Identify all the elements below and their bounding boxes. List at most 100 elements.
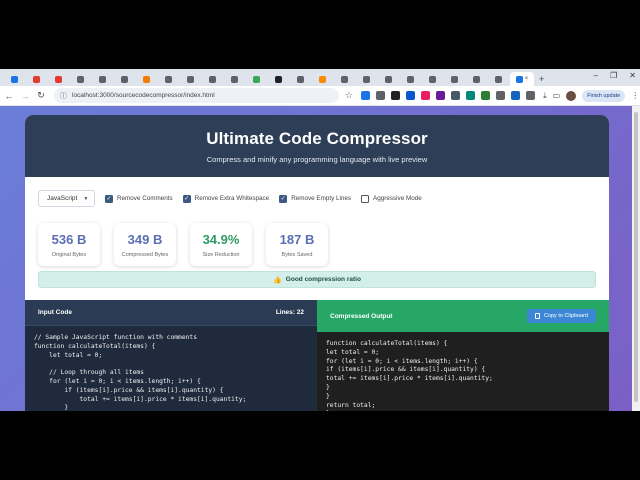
output-pane-header: Compressed Output Copy to Clipboard — [317, 300, 609, 332]
checkbox-checked-icon[interactable]: ✓ — [182, 194, 191, 203]
browser-tab[interactable] — [422, 72, 443, 86]
tab-favicon-icon — [297, 75, 304, 83]
close-window-button[interactable]: ✕ — [629, 71, 636, 80]
app-card: Ultimate Code Compressor Compress and mi… — [25, 115, 609, 411]
browser-tab[interactable] — [92, 72, 113, 86]
new-tab-button[interactable]: + — [539, 72, 544, 86]
extension-icon[interactable] — [526, 91, 536, 100]
browser-tab[interactable] — [488, 72, 509, 86]
language-select[interactable]: JavaScript ▼ — [38, 190, 95, 207]
option-checkbox[interactable]: Aggressive Mode — [361, 194, 422, 203]
back-arrow-icon[interactable]: ← — [2, 91, 16, 101]
extension-icon[interactable] — [496, 91, 506, 100]
browser-tab[interactable] — [334, 72, 355, 86]
extension-icon[interactable] — [436, 91, 446, 100]
browser-tab[interactable] — [400, 72, 421, 86]
option-label: Aggressive Mode — [373, 195, 422, 202]
stat-card: 349 B Compressed Bytes — [114, 223, 176, 266]
stat-value: 187 B — [279, 231, 315, 247]
finish-update-button[interactable]: Finish update — [582, 89, 626, 102]
copy-button-label: Copy to Clipboard — [543, 313, 588, 319]
browser-tab[interactable] — [70, 72, 91, 86]
input-code-editor[interactable]: // Sample JavaScript function with comme… — [25, 326, 317, 411]
tab-favicon-icon — [99, 75, 106, 83]
browser-tab[interactable] — [26, 72, 47, 86]
copy-to-clipboard-button[interactable]: Copy to Clipboard — [526, 309, 596, 323]
checkbox-checked-icon[interactable]: ✓ — [279, 194, 288, 203]
download-icon[interactable]: ⤓ — [543, 91, 547, 101]
stat-label: Size Reduction — [202, 251, 240, 258]
minimize-button[interactable]: – — [594, 71, 598, 80]
stats-row: 536 B Original Bytes 349 B Compressed Bytes… — [38, 223, 328, 266]
menu-kebab-icon[interactable]: ⋮ — [631, 91, 639, 100]
browser-tab[interactable] — [48, 72, 69, 86]
extension-icon[interactable] — [376, 91, 386, 100]
tab-favicon-icon — [275, 75, 282, 83]
extension-icon[interactable] — [451, 91, 461, 100]
browser-tab[interactable] — [378, 72, 399, 86]
compression-ratio-banner: 👍 Good compression ratio — [38, 271, 596, 288]
tab-strip: × + – ❐ ✕ — [0, 69, 640, 86]
browser-tab[interactable] — [268, 72, 289, 86]
tab-close-icon[interactable]: × — [525, 76, 529, 82]
checkbox-unchecked-icon[interactable] — [361, 194, 370, 203]
extension-icon[interactable] — [391, 91, 401, 100]
bookmark-star-icon[interactable]: ☆ — [345, 90, 353, 101]
option-checkbox[interactable]: ✓ Remove Extra Whitespace — [182, 194, 269, 203]
thumbs-up-icon: 👍 — [273, 276, 282, 284]
extension-icon[interactable] — [361, 91, 371, 100]
extension-icon[interactable] — [421, 91, 431, 100]
browser-tab[interactable] — [356, 72, 377, 86]
input-pane-header: Input Code Lines: 22 — [25, 300, 317, 326]
checkbox-checked-icon[interactable]: ✓ — [105, 194, 113, 203]
output-pane: Compressed Output Copy to Clipboard func… — [317, 300, 609, 411]
extension-icon[interactable] — [481, 91, 491, 100]
browser-tab[interactable] — [290, 72, 311, 86]
option-checkbox[interactable]: ✓ Remove Empty Lines — [279, 194, 351, 203]
tab-favicon-icon — [55, 75, 62, 83]
browser-tab[interactable] — [180, 72, 201, 86]
extension-icon[interactable] — [406, 91, 416, 100]
avatar[interactable] — [566, 90, 577, 101]
side-panel-icon[interactable]: ▭ — [553, 91, 561, 100]
tab-favicon-icon — [451, 75, 458, 83]
stat-card: 34.9% Size Reduction — [190, 223, 252, 266]
browser-tab[interactable] — [202, 72, 223, 86]
extension-icon[interactable] — [511, 91, 521, 100]
tab-favicon-icon — [473, 75, 480, 83]
browser-tab[interactable] — [114, 72, 135, 86]
forward-arrow-icon[interactable]: → — [18, 91, 32, 101]
page-title: Ultimate Code Compressor — [206, 128, 428, 148]
reload-icon[interactable]: ↻ — [34, 90, 48, 101]
tab-favicon-icon — [253, 75, 260, 83]
restore-button[interactable]: ❐ — [610, 71, 617, 80]
extension-icon[interactable] — [466, 91, 476, 100]
scrollbar-thumb[interactable] — [634, 112, 638, 402]
tab-favicon-icon — [363, 75, 370, 83]
stat-card: 536 B Original Bytes — [38, 223, 100, 266]
option-checkbox[interactable]: ✓ Remove Comments — [105, 194, 173, 203]
browser-tab[interactable] — [312, 72, 333, 86]
browser-tab[interactable] — [444, 72, 465, 86]
tab-active[interactable]: × — [510, 72, 534, 86]
compressed-code-output[interactable]: function calculateTotal(items) { let tot… — [317, 332, 609, 411]
option-label: Remove Comments — [117, 195, 173, 202]
tab-favicon-icon — [231, 75, 238, 83]
browser-tab[interactable] — [466, 72, 487, 86]
input-pane: Input Code Lines: 22 // Sample JavaScrip… — [25, 300, 317, 411]
toolbar-right: ⤓ ▭ Finish update ⋮ — [543, 89, 639, 102]
tab-favicon-icon — [121, 75, 128, 83]
extensions-bar — [361, 91, 536, 100]
browser-tab[interactable] — [158, 72, 179, 86]
site-info-icon[interactable]: ⓘ — [60, 91, 67, 101]
browser-tab[interactable] — [246, 72, 267, 86]
browser-tab[interactable] — [136, 72, 157, 86]
clipboard-icon — [534, 313, 540, 319]
browser-tab[interactable] — [224, 72, 245, 86]
stat-value: 349 B — [127, 231, 163, 247]
stat-value: 536 B — [51, 231, 87, 247]
address-bar[interactable]: ⓘ localhost:3000/sourcecodecompressor/in… — [54, 88, 339, 103]
page-scrollbar[interactable] — [632, 106, 640, 411]
stat-label: Bytes Saved — [281, 251, 313, 258]
browser-tab[interactable] — [4, 72, 25, 86]
